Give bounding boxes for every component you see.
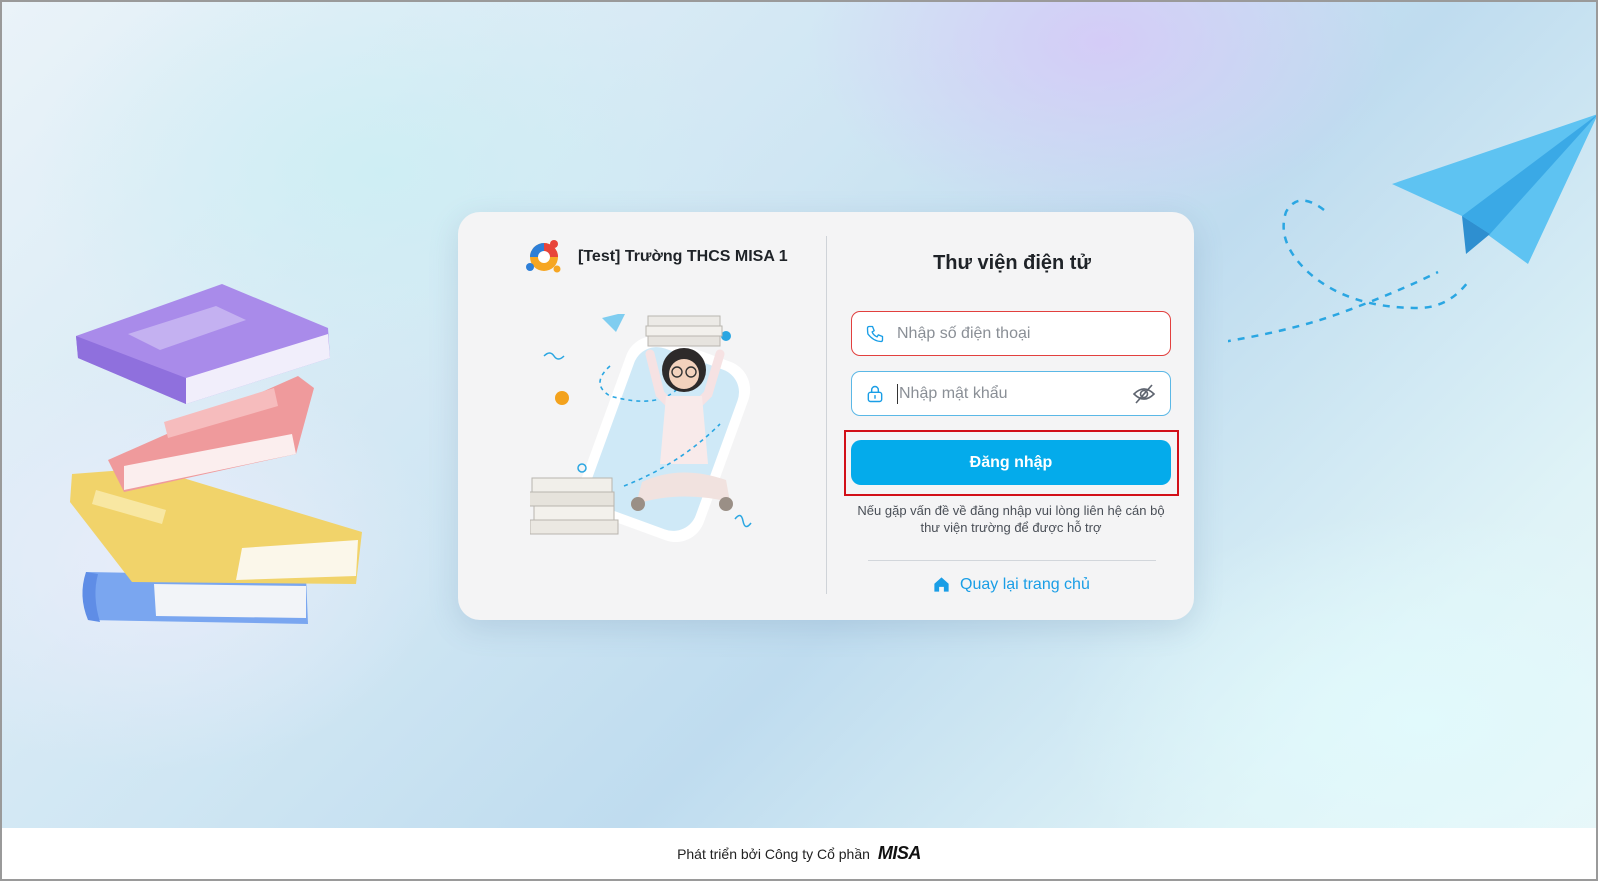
login-help-text: Nếu gặp vấn đề về đăng nhập vui lòng liê… [857,503,1165,535]
home-icon [934,577,949,592]
school-logo-icon [526,240,561,273]
yellow-book [70,468,362,584]
back-home-label: Quay lại trang chủ [960,575,1090,593]
school-name: [Test] Trường THCS MISA 1 [578,248,788,265]
phone-input[interactable] [897,312,1170,355]
paper-plane-icon [1228,114,1596,343]
eye-off-icon[interactable] [1132,383,1156,405]
student-illustration [530,314,752,543]
books-illustration [70,284,362,624]
password-field[interactable] [851,371,1171,416]
login-title: Thư viện điện tử [933,252,1091,274]
lock-icon [867,385,883,402]
login-card: [Test] Trường THCS MISA 1 Thư viện điện … [458,212,1194,620]
back-home-link[interactable]: Quay lại trang chủ [932,575,1090,594]
browser-viewport: [Test] Trường THCS MISA 1 Thư viện điện … [0,0,1598,881]
footer-text: Phát triển bởi Công ty Cổ phần [677,845,870,862]
misa-logo: MISA [877,843,922,864]
phone-icon [866,325,884,342]
phone-field[interactable] [851,311,1171,356]
misa-logo-text: MISA [877,843,922,863]
card-divider [826,236,827,594]
footer: Phát triển bởi Công ty Cổ phần MISA [2,828,1596,879]
password-input[interactable] [897,383,1129,404]
school-header: [Test] Trường THCS MISA 1 [524,236,788,278]
login-button[interactable]: Đăng nhập [851,440,1171,485]
card-separator [868,560,1156,561]
